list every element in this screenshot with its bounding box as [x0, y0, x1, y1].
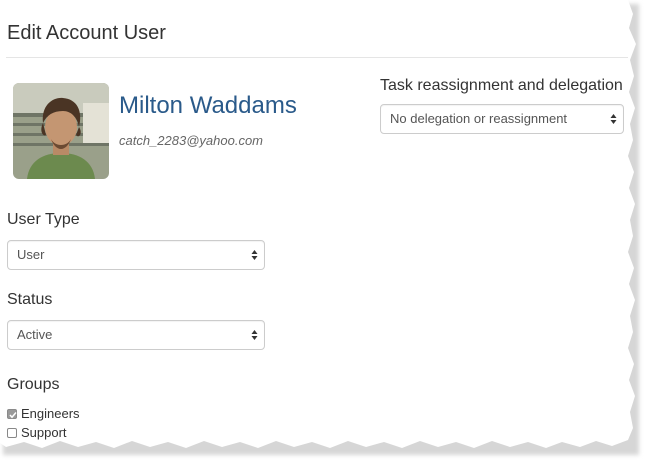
- user-type-select-value: User: [17, 247, 45, 262]
- select-arrows-icon: [251, 250, 258, 260]
- user-type-select[interactable]: User: [7, 240, 265, 270]
- groups-label: Groups: [7, 376, 60, 393]
- group-support[interactable]: Support: [7, 425, 67, 440]
- status-select[interactable]: Active: [7, 320, 265, 350]
- checkmark-icon: [9, 411, 17, 418]
- user-type-label: User Type: [7, 211, 80, 228]
- delegation-select[interactable]: No delegation or reassignment: [380, 104, 624, 134]
- engineers-label: Engineers: [21, 406, 80, 421]
- support-label: Support: [21, 425, 67, 440]
- group-engineers[interactable]: Engineers: [7, 406, 80, 421]
- page-title: Edit Account User: [7, 22, 166, 44]
- title-divider: [6, 57, 628, 58]
- edit-user-panel: Edit Account User Milton Waddams catch_2…: [0, 0, 636, 448]
- select-arrows-icon: [610, 114, 617, 124]
- user-name: Milton Waddams: [119, 92, 297, 119]
- avatar: [13, 83, 109, 179]
- select-arrows-icon: [251, 330, 258, 340]
- delegation-select-value: No delegation or reassignment: [390, 111, 568, 126]
- status-label: Status: [7, 291, 53, 308]
- support-checkbox[interactable]: [7, 427, 17, 438]
- delegation-label: Task reassignment and delegation: [380, 77, 623, 94]
- user-email: catch_2283@yahoo.com: [119, 133, 264, 148]
- status-select-value: Active: [17, 327, 53, 342]
- engineers-checkbox[interactable]: [7, 408, 17, 419]
